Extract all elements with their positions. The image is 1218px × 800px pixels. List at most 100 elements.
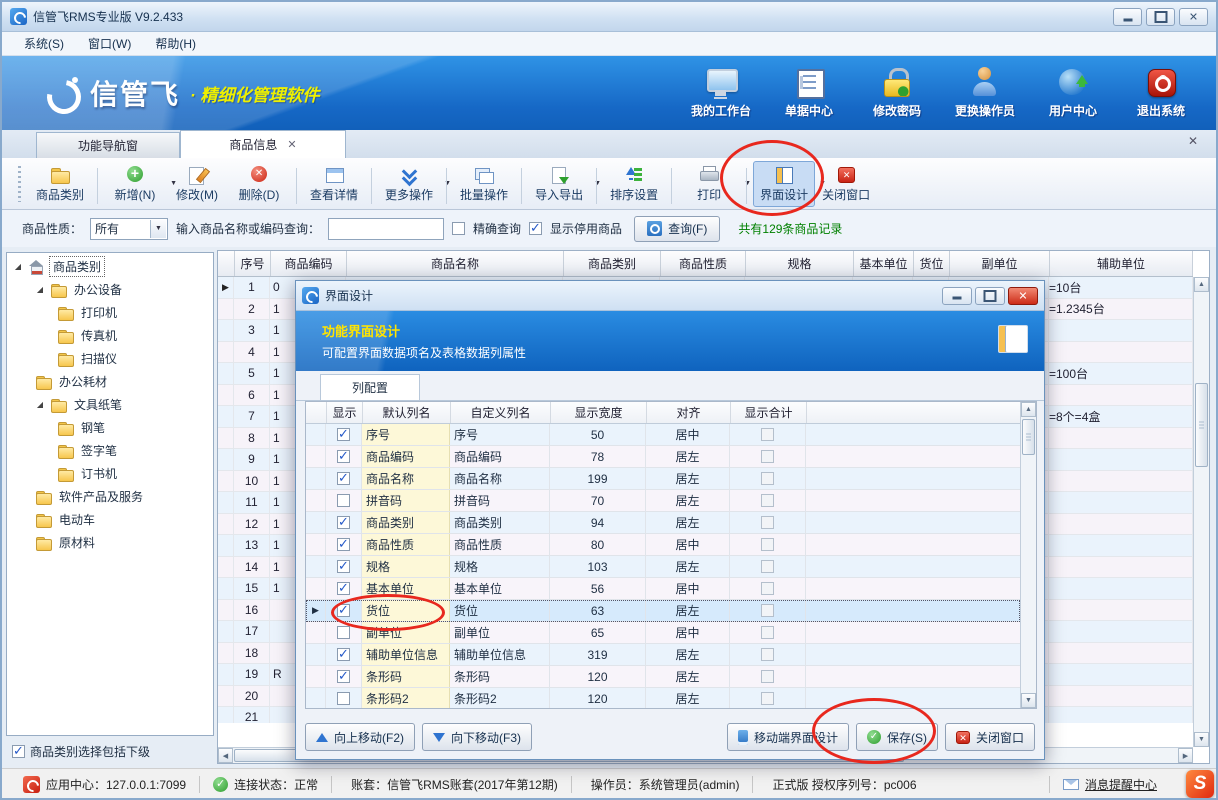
custom-column-name[interactable]: 辅助单位信息 (450, 644, 550, 665)
dropdown-arrow-icon[interactable]: ▼ (594, 180, 601, 187)
column-header[interactable]: 货位 (914, 251, 950, 276)
scroll-down-icon[interactable]: ▼ (1194, 732, 1209, 747)
column-header[interactable]: 商品名称 (347, 251, 564, 276)
column-header[interactable]: 辅助单位 (1050, 251, 1193, 276)
alignment[interactable]: 居左 (646, 600, 730, 621)
minimize-button[interactable] (1113, 8, 1142, 26)
custom-column-name[interactable]: 商品名称 (450, 468, 550, 489)
sum-checkbox[interactable] (761, 648, 774, 661)
show-column-checkbox[interactable] (337, 626, 350, 639)
tree-item[interactable]: 电动车 (7, 508, 213, 531)
nature-select[interactable]: 所有 ▼ (90, 218, 168, 240)
grid-column-header[interactable]: 显示 (327, 402, 363, 423)
toolbar-button[interactable]: 关闭窗口 (815, 161, 877, 207)
quick-launch-item[interactable]: 我的工作台 (680, 67, 762, 119)
show-column-checkbox[interactable] (337, 648, 350, 661)
custom-column-name[interactable]: 副单位 (450, 622, 550, 643)
tree-item[interactable]: 签字笔 (7, 439, 213, 462)
column-header[interactable]: 序号 (235, 251, 271, 276)
quick-launch-item[interactable]: 更换操作员 (944, 67, 1026, 119)
vertical-scrollbar[interactable]: ▲ ▼ (1193, 277, 1209, 747)
tree-expander-icon[interactable] (35, 400, 45, 409)
toolbar-button[interactable]: 修改(M) (166, 161, 228, 207)
show-column-checkbox[interactable] (337, 494, 350, 507)
show-column-checkbox[interactable] (337, 604, 350, 617)
quick-launch-item[interactable]: 退出系统 (1120, 67, 1202, 119)
show-column-checkbox[interactable] (337, 560, 350, 573)
tree-item[interactable]: 打印机 (7, 301, 213, 324)
document-tab[interactable]: 商品信息 ✕ (180, 130, 346, 158)
custom-column-name[interactable]: 商品编码 (450, 446, 550, 467)
grid-row[interactable]: 序号 序号 50 居中 (306, 424, 1020, 446)
custom-column-name[interactable]: 条形码 (450, 666, 550, 687)
display-width[interactable]: 63 (550, 600, 646, 621)
grid-column-header[interactable]: 显示合计 (731, 402, 807, 423)
grid-column-header[interactable]: 对齐 (647, 402, 731, 423)
grid-row[interactable]: 辅助单位信息 辅助单位信息 319 居左 (306, 644, 1020, 666)
alignment[interactable]: 居左 (646, 468, 730, 489)
show-column-checkbox[interactable] (337, 692, 350, 705)
show-column-checkbox[interactable] (337, 670, 350, 683)
sum-checkbox[interactable] (761, 494, 774, 507)
show-column-checkbox[interactable] (337, 582, 350, 595)
grid-row[interactable]: 条形码2 条形码2 120 居左 (306, 688, 1020, 708)
column-header[interactable]: 商品编码 (271, 251, 347, 276)
grid-row[interactable]: 商品编码 商品编码 78 居左 (306, 446, 1020, 468)
tree-item[interactable]: 扫描仪 (7, 347, 213, 370)
alignment[interactable]: 居中 (646, 578, 730, 599)
display-width[interactable]: 80 (550, 534, 646, 555)
menu-item[interactable]: 窗口(W) (78, 33, 141, 54)
custom-column-name[interactable]: 序号 (450, 424, 550, 445)
document-tab[interactable]: 功能导航窗 (36, 132, 180, 158)
tree-item[interactable]: 软件产品及服务 (7, 485, 213, 508)
dialog-close-button[interactable] (1008, 287, 1038, 305)
sum-checkbox[interactable] (761, 450, 774, 463)
quick-launch-item[interactable]: 用户中心 (1032, 67, 1114, 119)
alignment[interactable]: 居左 (646, 446, 730, 467)
tree-item[interactable]: 原材料 (7, 531, 213, 554)
alignment[interactable]: 居左 (646, 556, 730, 577)
sum-checkbox[interactable] (761, 670, 774, 683)
tree-item[interactable]: 订书机 (7, 462, 213, 485)
tree-item[interactable]: 办公设备 (7, 278, 213, 301)
mobile-design-button[interactable]: 移动端界面设计 (727, 723, 849, 751)
alignment[interactable]: 居中 (646, 622, 730, 643)
search-input[interactable] (328, 218, 444, 240)
alignment[interactable]: 居左 (646, 512, 730, 533)
dropdown-arrow-icon[interactable]: ▼ (444, 180, 451, 187)
grid-row[interactable]: 货位 货位 63 居左 (306, 600, 1020, 622)
display-width[interactable]: 56 (550, 578, 646, 599)
show-column-checkbox[interactable] (337, 472, 350, 485)
display-width[interactable]: 120 (550, 688, 646, 708)
tab-close-icon[interactable]: ✕ (287, 138, 296, 151)
alignment[interactable]: 居左 (646, 688, 730, 708)
show-column-checkbox[interactable] (337, 428, 350, 441)
show-column-checkbox[interactable] (337, 538, 350, 551)
chevron-down-icon[interactable]: ▼ (150, 220, 166, 238)
move-up-button[interactable]: 向上移动(F2) (305, 723, 415, 751)
toolbar-button[interactable]: 打印 ▼ (678, 161, 740, 207)
scroll-up-icon[interactable]: ▲ (1021, 402, 1036, 417)
display-width[interactable]: 65 (550, 622, 646, 643)
alignment[interactable]: 居左 (646, 490, 730, 511)
grid-row[interactable]: 拼音码 拼音码 70 居左 (306, 490, 1020, 512)
close-button[interactable] (1179, 8, 1208, 26)
grid-column-header[interactable]: 自定义列名 (451, 402, 551, 423)
toolbar-button[interactable]: 批量操作 (453, 161, 515, 207)
dialog-close-window-button[interactable]: 关闭窗口 (945, 723, 1035, 751)
sum-checkbox[interactable] (761, 626, 774, 639)
sum-checkbox[interactable] (761, 560, 774, 573)
toolbar-button[interactable]: 排序设置 (603, 161, 665, 207)
quick-launch-item[interactable]: 单据中心 (768, 67, 850, 119)
column-header[interactable]: 商品类别 (564, 251, 661, 276)
menu-item[interactable]: 帮助(H) (145, 33, 206, 54)
grid-column-header[interactable]: 默认列名 (363, 402, 451, 423)
grid-vertical-scrollbar[interactable]: ▲ ▼ (1020, 402, 1036, 708)
sum-checkbox[interactable] (761, 538, 774, 551)
exact-query-checkbox[interactable] (452, 222, 465, 235)
display-width[interactable]: 78 (550, 446, 646, 467)
grid-row[interactable]: 商品性质 商品性质 80 居中 (306, 534, 1020, 556)
tree-item[interactable]: 传真机 (7, 324, 213, 347)
dialog-maximize-button[interactable] (975, 287, 1005, 305)
show-disabled-checkbox[interactable] (529, 222, 542, 235)
